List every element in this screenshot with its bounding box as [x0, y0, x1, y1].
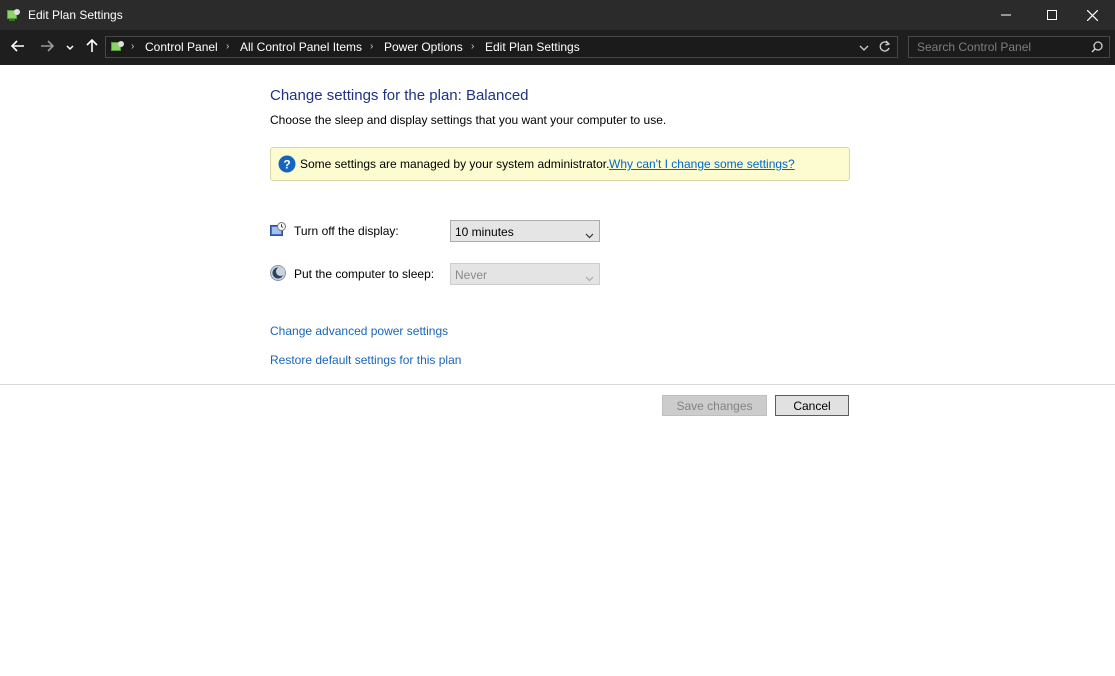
- minimize-icon: [1001, 10, 1011, 20]
- sleep-timeout-value: Never: [455, 268, 488, 282]
- cancel-button[interactable]: Cancel: [775, 395, 849, 416]
- control-panel-icon: [110, 39, 126, 55]
- chevron-down-icon: [585, 271, 594, 285]
- notice-text: Some settings are managed by your system…: [300, 157, 610, 171]
- sleep-timeout-select[interactable]: Never: [450, 263, 600, 285]
- page-subtitle: Choose the sleep and display settings th…: [270, 113, 667, 127]
- back-arrow-icon: [10, 39, 25, 55]
- search-icon[interactable]: [1091, 41, 1103, 56]
- search-box[interactable]: Search Control Panel: [908, 36, 1110, 58]
- advanced-power-settings-link[interactable]: Change advanced power settings: [270, 324, 448, 338]
- sleep-timeout-label: Put the computer to sleep:: [294, 267, 435, 281]
- close-icon: [1086, 9, 1098, 21]
- breadcrumb-control-panel[interactable]: Control Panel: [145, 40, 218, 54]
- back-button[interactable]: [9, 38, 27, 56]
- forward-button[interactable]: [38, 38, 56, 56]
- minimize-button[interactable]: [983, 0, 1029, 30]
- breadcrumb-separator-icon: ›: [131, 41, 135, 52]
- display-timeout-value: 10 minutes: [455, 225, 514, 239]
- title-bar: Edit Plan Settings: [0, 0, 1115, 30]
- breadcrumb-separator-icon: ›: [226, 41, 230, 52]
- window-title: Edit Plan Settings: [28, 8, 123, 22]
- page-title: Change settings for the plan: Balanced: [270, 87, 529, 104]
- display-timer-icon: [270, 222, 286, 238]
- display-timeout-select[interactable]: 10 minutes: [450, 220, 600, 242]
- forward-arrow-icon: [40, 39, 55, 55]
- breadcrumb-edit-plan-settings[interactable]: Edit Plan Settings: [485, 40, 580, 54]
- save-changes-button[interactable]: Save changes: [662, 395, 767, 416]
- search-input[interactable]: Search Control Panel: [917, 40, 1031, 54]
- navigation-bar: › Control Panel › All Control Panel Item…: [0, 30, 1115, 65]
- restore-defaults-link[interactable]: Restore default settings for this plan: [270, 353, 461, 367]
- breadcrumb-power-options[interactable]: Power Options: [384, 40, 463, 54]
- recent-locations-button[interactable]: [63, 38, 77, 56]
- maximize-icon: [1047, 10, 1057, 20]
- svg-text:?: ?: [283, 158, 290, 172]
- admin-notice-banner: ? Some settings are managed by your syst…: [270, 147, 850, 181]
- sleep-moon-icon: [270, 265, 286, 281]
- main-content: Change settings for the plan: Balanced C…: [0, 65, 1115, 676]
- why-cant-change-link[interactable]: Why can't I change some settings?: [609, 157, 795, 171]
- info-question-icon: ?: [278, 155, 296, 176]
- up-button[interactable]: [83, 38, 101, 56]
- control-panel-app-icon: [6, 7, 22, 23]
- refresh-icon[interactable]: [878, 40, 891, 56]
- chevron-down-icon: [585, 228, 594, 242]
- address-bar[interactable]: › Control Panel › All Control Panel Item…: [105, 36, 898, 58]
- address-dropdown-icon[interactable]: [859, 41, 869, 55]
- breadcrumb-all-items[interactable]: All Control Panel Items: [240, 40, 362, 54]
- close-button[interactable]: [1069, 0, 1115, 30]
- breadcrumb-separator-icon: ›: [370, 41, 374, 52]
- chevron-down-icon: [66, 40, 74, 54]
- divider: [0, 384, 1115, 385]
- up-arrow-icon: [86, 38, 98, 56]
- breadcrumb-separator-icon: ›: [471, 41, 475, 52]
- display-timeout-label: Turn off the display:: [294, 224, 399, 238]
